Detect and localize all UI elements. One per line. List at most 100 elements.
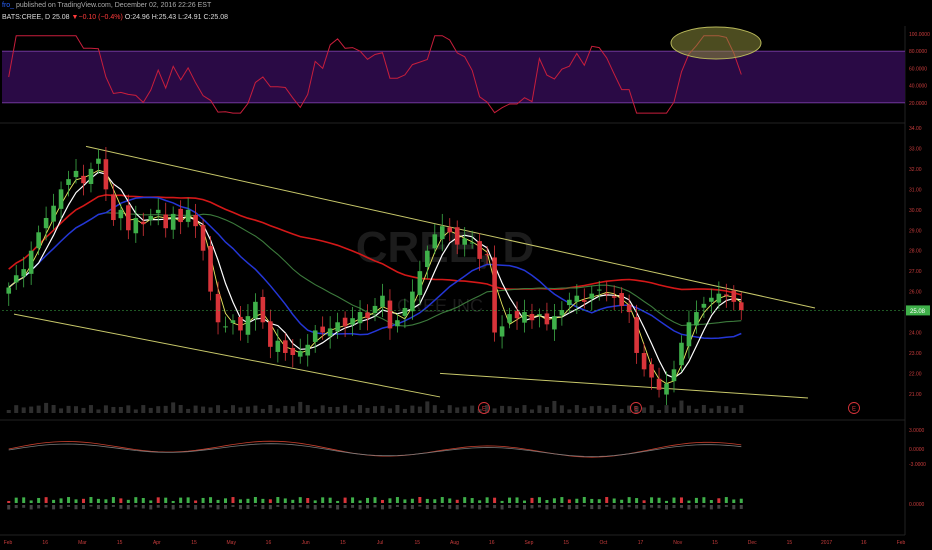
candle-body <box>230 320 236 323</box>
candle-body <box>51 205 56 222</box>
volume-bar <box>455 407 460 413</box>
momentum-bar <box>597 505 601 510</box>
momentum-bar <box>22 497 26 503</box>
momentum-bar <box>268 505 272 510</box>
candle-body <box>537 314 542 316</box>
momentum-bar <box>67 505 71 507</box>
momentum-bar <box>515 497 519 503</box>
momentum-bar <box>597 499 601 503</box>
momentum-bar <box>575 498 579 503</box>
volume-bar <box>6 410 11 413</box>
candle-body <box>432 234 438 249</box>
candle-body <box>140 221 146 225</box>
momentum-bar <box>440 497 444 503</box>
momentum-bar <box>433 499 437 503</box>
moving-average-20 <box>8 171 742 379</box>
candle-body <box>544 313 550 325</box>
momentum-bar <box>44 505 48 508</box>
momentum-bar <box>96 505 100 510</box>
momentum-bar <box>687 500 691 503</box>
momentum-bar <box>89 497 93 503</box>
momentum-bar <box>508 505 512 509</box>
momentum-bar <box>261 505 265 510</box>
volume-bar <box>507 406 512 413</box>
volume-bar <box>193 405 198 413</box>
momentum-bar <box>164 497 168 503</box>
momentum-bar <box>238 499 242 503</box>
momentum-bar <box>418 505 422 507</box>
momentum-bar <box>283 498 287 503</box>
momentum-bar <box>702 505 706 508</box>
momentum-bar <box>709 505 713 510</box>
volume-bar <box>81 407 86 413</box>
momentum-bar <box>448 505 452 509</box>
momentum-bar <box>351 505 355 508</box>
momentum-bar <box>313 500 317 503</box>
volume-bar <box>223 409 228 413</box>
volume-bar <box>709 408 714 413</box>
momentum-bar <box>679 505 683 508</box>
candle-body <box>454 227 460 245</box>
volume-bar <box>298 401 303 413</box>
volume-bar <box>59 408 64 413</box>
momentum-bar <box>81 498 85 503</box>
x-axis-label: Dec <box>748 540 757 546</box>
momentum-bar <box>672 497 676 503</box>
momentum-bar <box>582 505 586 507</box>
volume-bar <box>230 405 235 413</box>
candle-body <box>327 328 333 337</box>
momentum-bar <box>52 499 56 503</box>
volume-bar <box>515 407 520 413</box>
candle-body <box>529 313 535 321</box>
momentum-bar <box>665 505 669 510</box>
momentum-bar <box>336 500 340 503</box>
momentum-bar <box>104 499 108 503</box>
x-axis-label: 15 <box>415 540 421 546</box>
candle-body <box>193 214 198 227</box>
volume-bar <box>447 405 452 413</box>
earnings-marker-label: E <box>634 407 638 413</box>
candle-body <box>36 232 41 249</box>
momentum-bar <box>89 505 93 507</box>
momentum-bar <box>478 500 482 503</box>
volume-bar <box>96 409 101 413</box>
volume-bar <box>44 402 49 413</box>
momentum-bar <box>522 505 526 510</box>
momentum-bar <box>74 499 78 503</box>
candle-body <box>522 312 527 323</box>
momentum-bar <box>717 498 721 503</box>
volume-bar <box>582 407 587 413</box>
momentum-bar <box>463 505 467 508</box>
volume-bar <box>178 405 183 413</box>
momentum-bar <box>321 505 325 508</box>
momentum-bar <box>522 500 526 503</box>
momentum-bar <box>186 497 190 503</box>
volume-bar <box>492 408 497 413</box>
momentum-bar <box>22 505 26 508</box>
momentum-bar <box>724 505 728 508</box>
price-chart[interactable]: 100.0000 80.0000 60.0000 40.0000 20.0000 34.0… <box>0 0 932 550</box>
momentum-bar <box>111 497 115 503</box>
volume-bar <box>156 406 161 413</box>
candle-body <box>283 340 288 353</box>
candle-body <box>297 350 303 357</box>
momentum-bar <box>635 505 639 509</box>
volume-bar <box>537 405 542 413</box>
momentum-bar <box>209 505 213 508</box>
momentum-bar <box>328 497 332 503</box>
candle-body <box>268 321 273 347</box>
momentum-bar <box>298 497 302 503</box>
momentum-bar <box>96 498 100 503</box>
candle-body <box>320 326 325 333</box>
volume-bar <box>186 408 191 413</box>
overbought-oversold-band <box>2 51 905 103</box>
candle-body <box>126 205 131 231</box>
candle-body <box>170 213 176 230</box>
momentum-bar <box>732 499 736 503</box>
momentum-bar <box>156 505 160 508</box>
x-axis-label: Mar <box>78 540 87 546</box>
momentum-bar <box>635 498 639 503</box>
momentum-bar <box>605 497 609 503</box>
candle-body <box>58 189 64 209</box>
momentum-bar <box>44 497 48 503</box>
